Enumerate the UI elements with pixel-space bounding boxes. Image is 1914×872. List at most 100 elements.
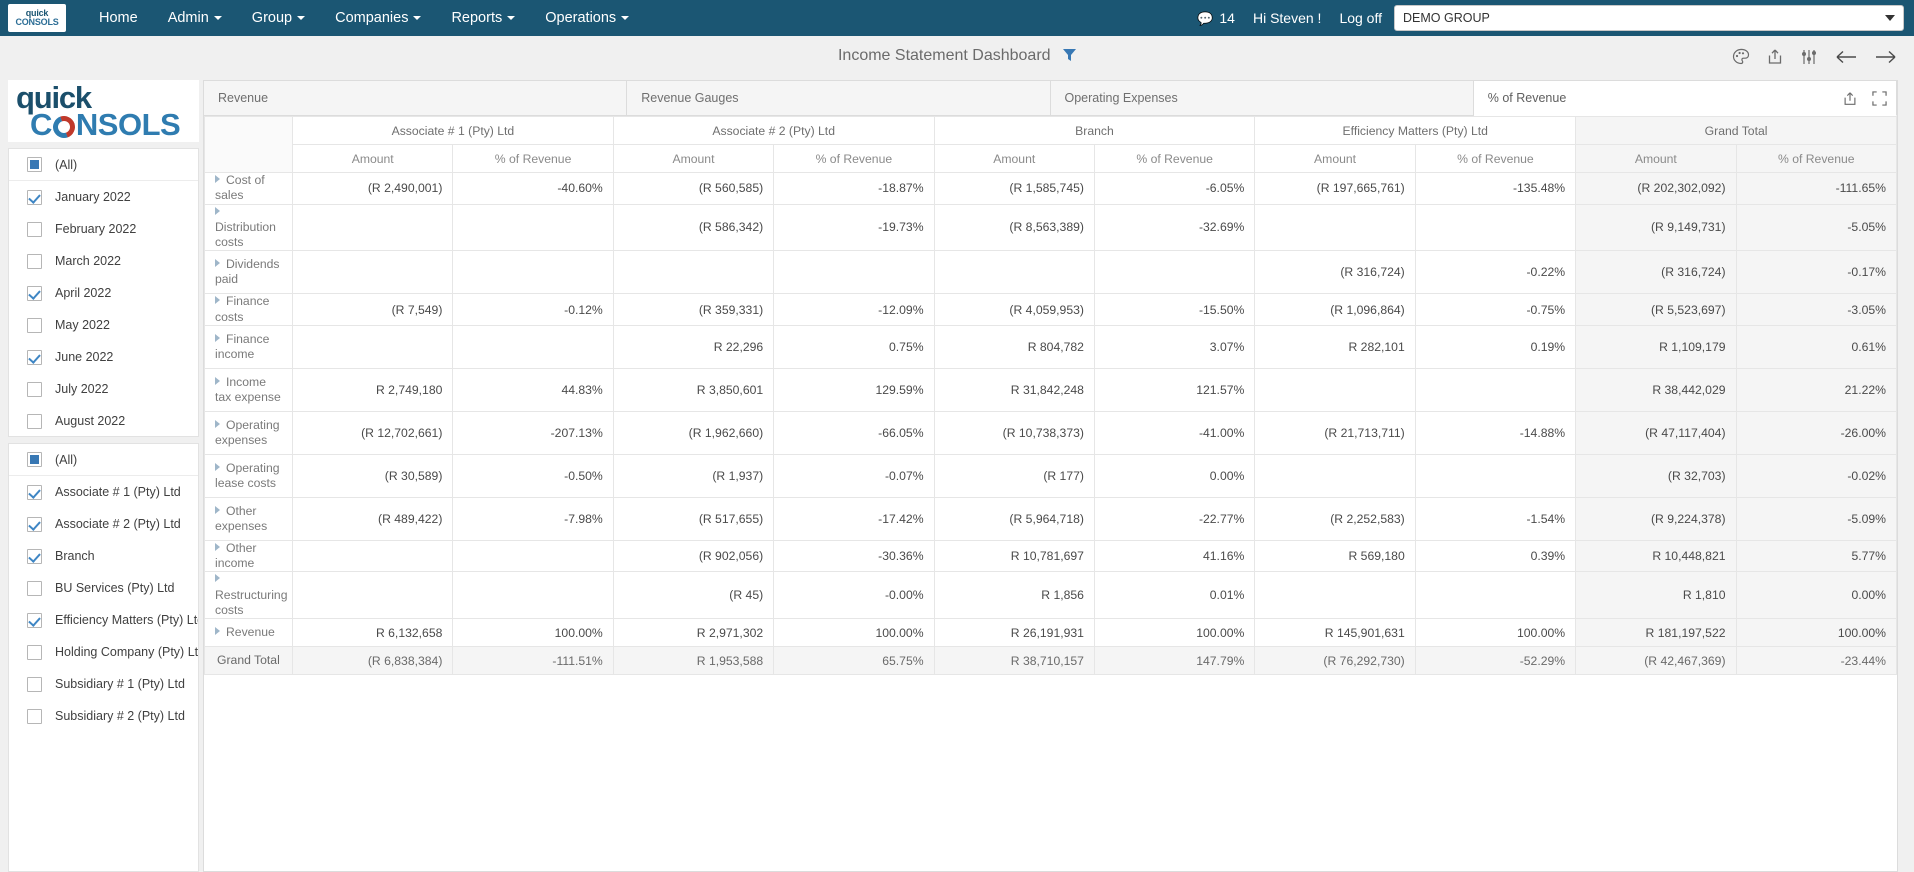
pivot-cell[interactable]: R 38,442,029: [1575, 367, 1737, 412]
pivot-cell[interactable]: [773, 250, 935, 295]
pivot-row-header[interactable]: Dividends paid: [204, 250, 293, 295]
pivot-cell[interactable]: 100.00%: [1093, 618, 1256, 647]
pivot-cell[interactable]: 0.39%: [1414, 539, 1577, 573]
month-filter-all[interactable]: (All): [9, 149, 198, 181]
checkbox-icon[interactable]: [27, 221, 42, 237]
pivot-cell[interactable]: R 10,781,697: [933, 539, 1095, 573]
company-filter-panel[interactable]: (All) Associate # 1 (Pty) Ltd Associate #…: [8, 443, 199, 872]
pivot-cell[interactable]: 100.00%: [452, 618, 614, 647]
company-filter-item[interactable]: Subsidiary # 1 (Pty) Ltd: [9, 668, 198, 700]
pivot-cell[interactable]: 100.00%: [773, 618, 935, 647]
month-filter-item[interactable]: August 2022: [9, 405, 198, 436]
pivot-cell[interactable]: (R 4,059,953): [933, 293, 1095, 326]
pivot-cell[interactable]: -0.75%: [1414, 293, 1577, 326]
nav-item-operations[interactable]: Operations: [530, 0, 644, 36]
pivot-cell[interactable]: (R 21,713,711): [1254, 410, 1416, 455]
pivot-cell[interactable]: (R 197,665,761): [1254, 172, 1416, 205]
pivot-row-header[interactable]: Revenue: [204, 618, 293, 647]
pivot-cell[interactable]: -0.17%: [1735, 250, 1897, 295]
pivot-cell[interactable]: [291, 203, 454, 252]
pivot-cell[interactable]: 147.79%: [1093, 646, 1256, 675]
pivot-cell[interactable]: [1414, 203, 1577, 252]
pivot-row-header[interactable]: Restructuring costs: [204, 571, 293, 619]
company-filter-item[interactable]: BU Services (Pty) Ltd: [9, 572, 198, 604]
pivot-cell[interactable]: -0.00%: [773, 571, 935, 619]
pivot-cell[interactable]: (R 202,302,092): [1575, 172, 1737, 205]
expand-arrow-icon[interactable]: [215, 505, 220, 514]
month-filter-panel[interactable]: (All) January 2022 February 2022 March 202…: [8, 148, 199, 437]
checkbox-icon[interactable]: [27, 285, 42, 301]
messages-badge[interactable]: 💬 14: [1197, 10, 1235, 26]
pivot-cell[interactable]: (R 30,589): [291, 453, 454, 498]
checkbox-icon[interactable]: [27, 708, 42, 724]
fullscreen-icon[interactable]: [1872, 91, 1887, 106]
pivot-cell[interactable]: R 1,856: [933, 571, 1095, 619]
month-filter-item[interactable]: February 2022: [9, 213, 198, 245]
column-subheader[interactable]: % of Revenue: [452, 144, 614, 173]
nav-item-reports[interactable]: Reports: [436, 0, 530, 36]
pivot-cell[interactable]: -111.65%: [1735, 172, 1897, 205]
pivot-cell[interactable]: [291, 539, 454, 573]
pivot-cell[interactable]: -26.00%: [1735, 410, 1897, 455]
pivot-cell[interactable]: [933, 250, 1095, 295]
pivot-cell[interactable]: -32.69%: [1093, 203, 1256, 252]
pivot-cell[interactable]: [452, 539, 614, 573]
checkbox-icon[interactable]: [27, 157, 42, 172]
pivot-cell[interactable]: (R 316,724): [1254, 250, 1416, 295]
pivot-cell[interactable]: -23.44%: [1735, 646, 1897, 675]
column-group-header[interactable]: Associate # 1 (Pty) Ltd: [292, 116, 614, 145]
pivot-cell[interactable]: 0.00%: [1735, 571, 1897, 619]
column-subheader[interactable]: % of Revenue: [1735, 144, 1897, 173]
expand-arrow-icon[interactable]: [215, 376, 220, 385]
pivot-cell[interactable]: (R 1,962,660): [612, 410, 775, 455]
pivot-cell[interactable]: (R 10,738,373): [933, 410, 1095, 455]
share-icon[interactable]: [1766, 48, 1784, 66]
pivot-cell[interactable]: [452, 203, 614, 252]
group-select[interactable]: DEMO GROUP: [1394, 5, 1904, 31]
palette-icon[interactable]: [1732, 48, 1750, 66]
checkbox-icon[interactable]: [27, 676, 42, 692]
column-group-header[interactable]: Associate # 2 (Pty) Ltd: [612, 116, 935, 145]
pivot-table-container[interactable]: Associate # 1 (Pty) Ltd Associate # 2 (Pt…: [204, 116, 1897, 871]
pivot-cell[interactable]: -40.60%: [452, 172, 614, 205]
checkbox-icon[interactable]: [27, 548, 42, 564]
pivot-cell[interactable]: (R 1,096,864): [1254, 293, 1416, 326]
pivot-cell[interactable]: (R 8,563,389): [933, 203, 1095, 252]
pivot-cell[interactable]: [1254, 203, 1416, 252]
checkbox-icon[interactable]: [27, 189, 42, 205]
pivot-cell[interactable]: [291, 324, 454, 369]
pivot-cell[interactable]: 0.01%: [1093, 571, 1256, 619]
pivot-row-header[interactable]: Distribution costs: [204, 203, 293, 252]
column-subheader[interactable]: Amount: [1254, 144, 1416, 173]
pivot-cell[interactable]: (R 76,292,730): [1254, 646, 1416, 675]
pivot-cell[interactable]: -207.13%: [452, 410, 614, 455]
checkbox-icon[interactable]: [27, 612, 42, 628]
checkbox-icon[interactable]: [27, 644, 42, 660]
nav-item-group[interactable]: Group: [237, 0, 320, 36]
checkbox-icon[interactable]: [27, 413, 42, 429]
pivot-cell[interactable]: R 2,749,180: [291, 367, 454, 412]
checkbox-icon[interactable]: [27, 452, 42, 467]
month-filter-item[interactable]: June 2022: [9, 341, 198, 373]
pivot-cell[interactable]: -17.42%: [773, 496, 935, 541]
pivot-cell[interactable]: R 1,953,588: [612, 646, 775, 675]
pivot-row-header[interactable]: Other expenses: [204, 496, 293, 541]
column-group-header[interactable]: Grand Total: [1575, 116, 1897, 145]
tab-revenue-gauges[interactable]: Revenue Gauges: [627, 81, 1051, 115]
pivot-cell[interactable]: [612, 250, 775, 295]
pivot-cell[interactable]: -14.88%: [1414, 410, 1577, 455]
filter-icon[interactable]: [1063, 48, 1076, 67]
pivot-row-header[interactable]: Operating expenses: [204, 410, 293, 455]
pivot-row-header[interactable]: Grand Total: [204, 646, 293, 675]
month-filter-item[interactable]: July 2022: [9, 373, 198, 405]
expand-arrow-icon[interactable]: [215, 175, 220, 183]
pivot-cell[interactable]: R 10,448,821: [1575, 539, 1737, 573]
checkbox-icon[interactable]: [27, 349, 42, 365]
expand-arrow-icon[interactable]: [215, 574, 220, 583]
column-subheader[interactable]: % of Revenue: [773, 144, 935, 173]
pivot-cell[interactable]: -6.05%: [1093, 172, 1256, 205]
pivot-cell[interactable]: -5.05%: [1735, 203, 1897, 252]
pivot-cell[interactable]: 0.75%: [773, 324, 935, 369]
pivot-cell[interactable]: [1254, 453, 1416, 498]
pivot-cell[interactable]: [1414, 453, 1577, 498]
